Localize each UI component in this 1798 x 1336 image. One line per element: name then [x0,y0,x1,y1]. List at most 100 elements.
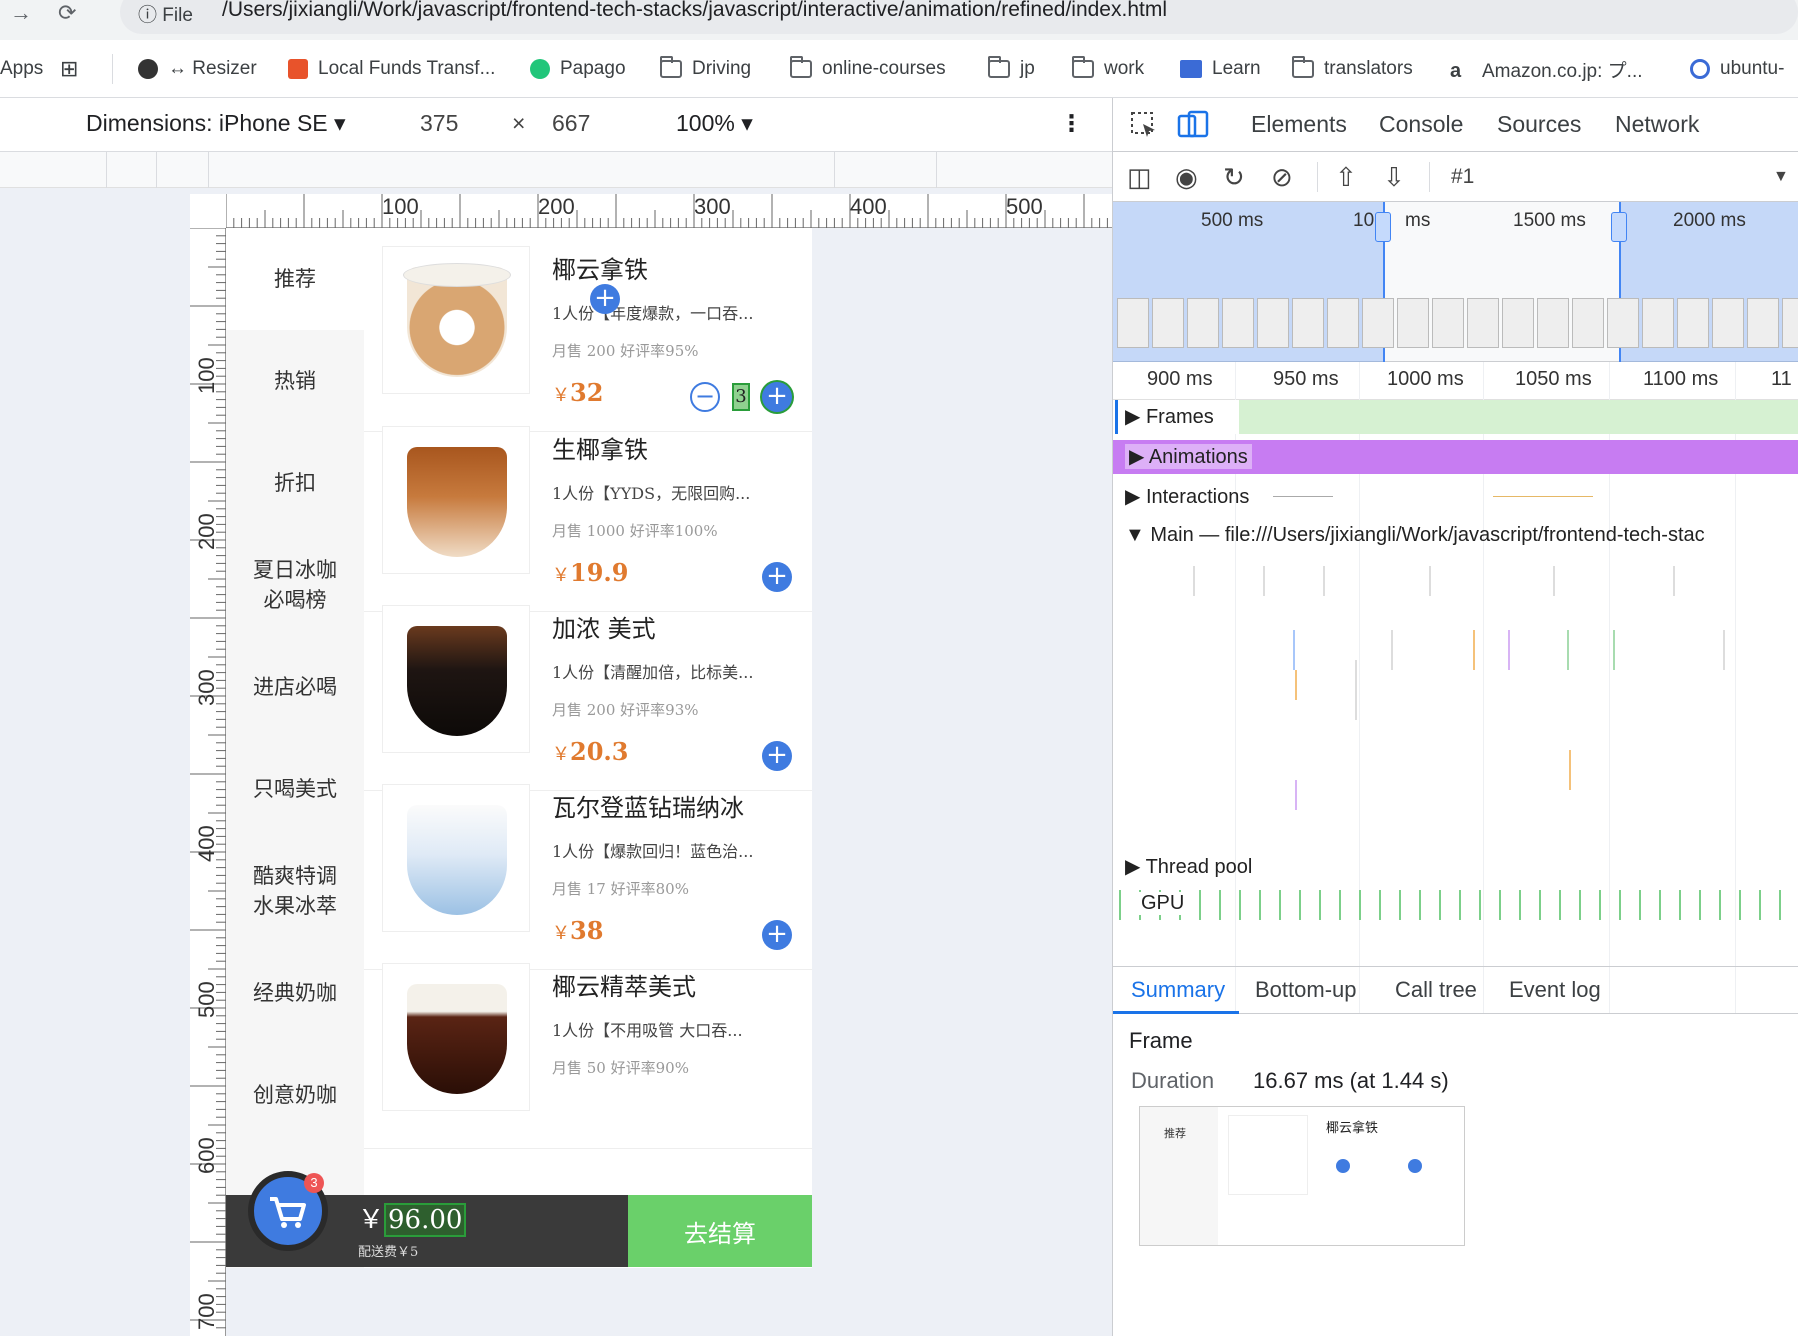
main-thread-event[interactable] [1263,566,1265,596]
gpu-event[interactable] [1399,890,1401,920]
product-item[interactable]: 瓦尔登蓝钻瑞纳冰 1人份【爆款回归！蓝色治... 月售 17 好评率80% ￥3… [364,766,812,970]
chevron-down-icon[interactable]: ▼ [1773,168,1789,186]
gpu-event[interactable] [1199,890,1201,920]
bookmark-papago[interactable]: Papago [530,54,626,84]
gpu-event[interactable] [1279,890,1281,920]
gpu-event[interactable] [1599,890,1601,920]
category-item[interactable]: 创意奶咖 [226,1044,364,1146]
tab-event-log[interactable]: Event log [1509,977,1601,1003]
main-thread-event[interactable] [1391,630,1393,670]
timeline-overview[interactable]: 500 ms 10 ms 1500 ms 2000 ms [1113,202,1798,362]
url-text[interactable]: /Users/jixiangli/Work/javascript/fronten… [222,0,1167,22]
tab-console[interactable]: Console [1379,111,1463,138]
checkout-button[interactable]: 去结算 [628,1195,812,1267]
category-item[interactable]: 经典奶咖 [226,942,364,1044]
inspect-element-icon[interactable] [1129,110,1159,140]
recording-select[interactable]: #1 [1451,165,1474,189]
main-thread-event[interactable] [1295,670,1297,700]
gpu-event[interactable] [1579,890,1581,920]
category-item[interactable]: 热销 [226,330,364,432]
tab-bottom-up[interactable]: Bottom-up [1255,977,1357,1003]
gpu-event[interactable] [1299,890,1301,920]
gpu-event[interactable] [1119,890,1121,920]
bookmark-learn[interactable]: Learn [1180,54,1261,84]
sidebar-toggle-icon[interactable]: ◫ [1127,162,1152,193]
gpu-event[interactable] [1739,890,1741,920]
tab-summary[interactable]: Summary [1131,977,1225,1003]
tab-network[interactable]: Network [1615,111,1699,138]
gpu-event[interactable] [1339,890,1341,920]
main-thread-event[interactable] [1293,630,1295,670]
gpu-event[interactable] [1419,890,1421,920]
bookmark-apps[interactable]: Apps [0,54,43,84]
gpu-event[interactable] [1379,890,1381,920]
bookmark-translators[interactable]: translators [1292,54,1413,84]
gpu-event[interactable] [1699,890,1701,920]
reload-record-icon[interactable]: ↻ [1223,162,1245,193]
gpu-event[interactable] [1639,890,1641,920]
gpu-event[interactable] [1359,890,1361,920]
gpu-event[interactable] [1479,890,1481,920]
record-icon[interactable]: ◉ [1175,162,1198,193]
product-item[interactable]: 椰云精萃美式 1人份【不用吸管 大口吞... 月售 50 好评率90% [364,945,812,1149]
gpu-event[interactable] [1459,890,1461,920]
gpu-event[interactable] [1219,890,1221,920]
gpu-event[interactable] [1759,890,1761,920]
category-item[interactable]: 只喝美式 [226,738,364,840]
gpu-event[interactable] [1319,890,1321,920]
bookmark-jp[interactable]: jp [988,54,1035,84]
gpu-event[interactable] [1719,890,1721,920]
main-thread-event[interactable] [1673,566,1675,596]
clear-icon[interactable]: ⊘ [1271,162,1293,193]
gpu-event[interactable] [1239,890,1241,920]
device-dimensions-select[interactable]: Dimensions: iPhone SE ▾ [86,110,346,137]
bookmark-resizer[interactable]: ↔ Resizer [138,54,257,84]
main-thread-event[interactable] [1567,630,1569,670]
gpu-event[interactable] [1519,890,1521,920]
bookmark-driving[interactable]: Driving [660,54,751,84]
gpu-event[interactable] [1439,890,1441,920]
selection-handle-left[interactable] [1375,212,1391,242]
animations-track[interactable]: ▶ Animations [1113,440,1798,474]
download-icon[interactable]: ⇩ [1383,162,1405,193]
tab-sources[interactable]: Sources [1497,111,1581,138]
gpu-event[interactable] [1659,890,1661,920]
tab-call-tree[interactable]: Call tree [1395,977,1477,1003]
main-thread-event[interactable] [1569,750,1571,790]
gpu-event[interactable] [1619,890,1621,920]
selection-handle-right[interactable] [1611,212,1627,242]
bookmark-work[interactable]: work [1072,54,1144,84]
bookmark-amazon[interactable]: a Amazon.co.jp: プ... [1450,54,1643,84]
main-thread-event[interactable] [1613,630,1615,670]
gpu-event[interactable] [1259,890,1261,920]
more-options-icon[interactable]: ⋮ [1060,110,1083,137]
frames-track[interactable]: ▶ Frames [1113,400,1798,434]
device-width-input[interactable]: 375 [420,110,458,137]
main-thread-track[interactable]: ▼ Main — file:///Users/jixiangli/Work/ja… [1113,520,1798,850]
device-height-input[interactable]: 667 [552,110,590,137]
main-thread-event[interactable] [1473,630,1475,670]
main-thread-event[interactable] [1429,566,1431,596]
device-toggle-icon[interactable] [1177,110,1209,140]
site-info-badge[interactable]: ⓘ File [138,0,193,27]
gpu-event[interactable] [1499,890,1501,920]
main-thread-event[interactable] [1323,566,1325,596]
thread-pool-track[interactable]: ▶ Thread pool [1113,850,1798,884]
gpu-event[interactable] [1539,890,1541,920]
apps-grid-icon[interactable]: ⊞ [60,54,78,84]
gpu-event[interactable] [1779,890,1781,920]
main-thread-event[interactable] [1295,780,1297,810]
bookmark-online-courses[interactable]: online-courses [790,54,946,84]
category-item[interactable]: 推荐 [226,228,364,330]
product-item[interactable]: 生椰拿铁 1人份【YYDS，无限回购... 月售 1000 好评率100% ￥1… [364,408,812,612]
interactions-track[interactable]: ▶ Interactions [1113,480,1798,514]
tab-elements[interactable]: Elements [1251,111,1347,138]
gpu-event[interactable] [1559,890,1561,920]
gpu-event[interactable] [1679,890,1681,920]
main-thread-event[interactable] [1553,566,1555,596]
upload-icon[interactable]: ⇧ [1335,162,1357,193]
reload-icon[interactable]: ⟳ [58,0,76,26]
product-item[interactable]: 加浓 美式 1人份【清醒加倍，比标美... 月售 200 好评率93% ￥20.… [364,587,812,791]
category-item[interactable]: 酷爽特调 水果冰萃 [226,840,364,942]
zoom-select[interactable]: 100% ▾ [676,110,753,137]
